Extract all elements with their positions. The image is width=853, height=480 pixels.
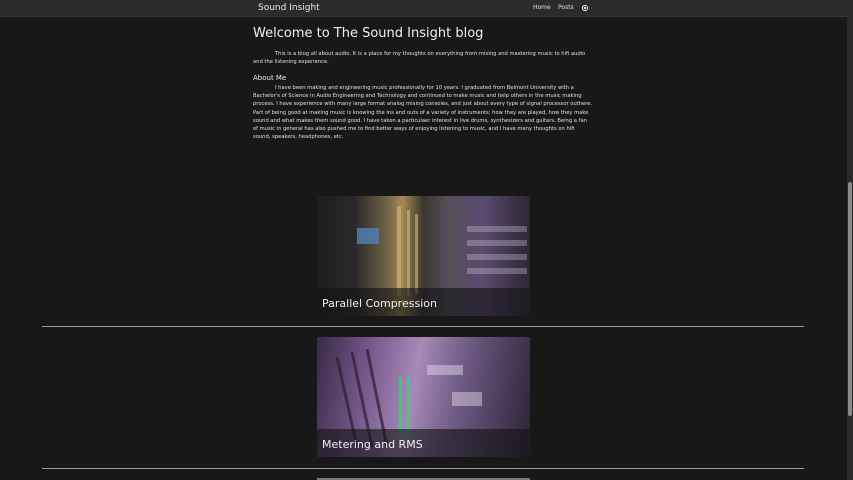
site-brand[interactable]: Sound Insight	[258, 3, 320, 13]
top-navbar: Sound Insight Home Posts	[0, 0, 847, 17]
post-title[interactable]: Parallel Compression	[322, 297, 437, 310]
main-content: Welcome to The Sound Insight blog This i…	[253, 26, 593, 140]
sun-icon[interactable]	[581, 4, 589, 12]
nav-posts-link[interactable]: Posts	[558, 4, 574, 11]
post-divider	[42, 468, 804, 469]
post-divider	[42, 326, 804, 327]
page-title: Welcome to The Sound Insight blog	[253, 26, 484, 41]
post-title-overlay: Parallel Compression	[317, 288, 530, 316]
nav-home-link[interactable]: Home	[533, 4, 551, 11]
post-title[interactable]: Metering and RMS	[322, 438, 423, 451]
post-card-metering-rms[interactable]: Metering and RMS	[317, 337, 530, 457]
about-heading: About Me	[253, 74, 287, 82]
intro-paragraph: This is a blog all about audio. It is a …	[253, 51, 586, 66]
post-title-overlay: Metering and RMS	[317, 429, 530, 457]
scrollbar-thumb[interactable]	[848, 182, 852, 416]
about-paragraph: I have been making and engineering music…	[253, 85, 593, 141]
post-card-parallel-compression[interactable]: Parallel Compression	[317, 196, 530, 316]
